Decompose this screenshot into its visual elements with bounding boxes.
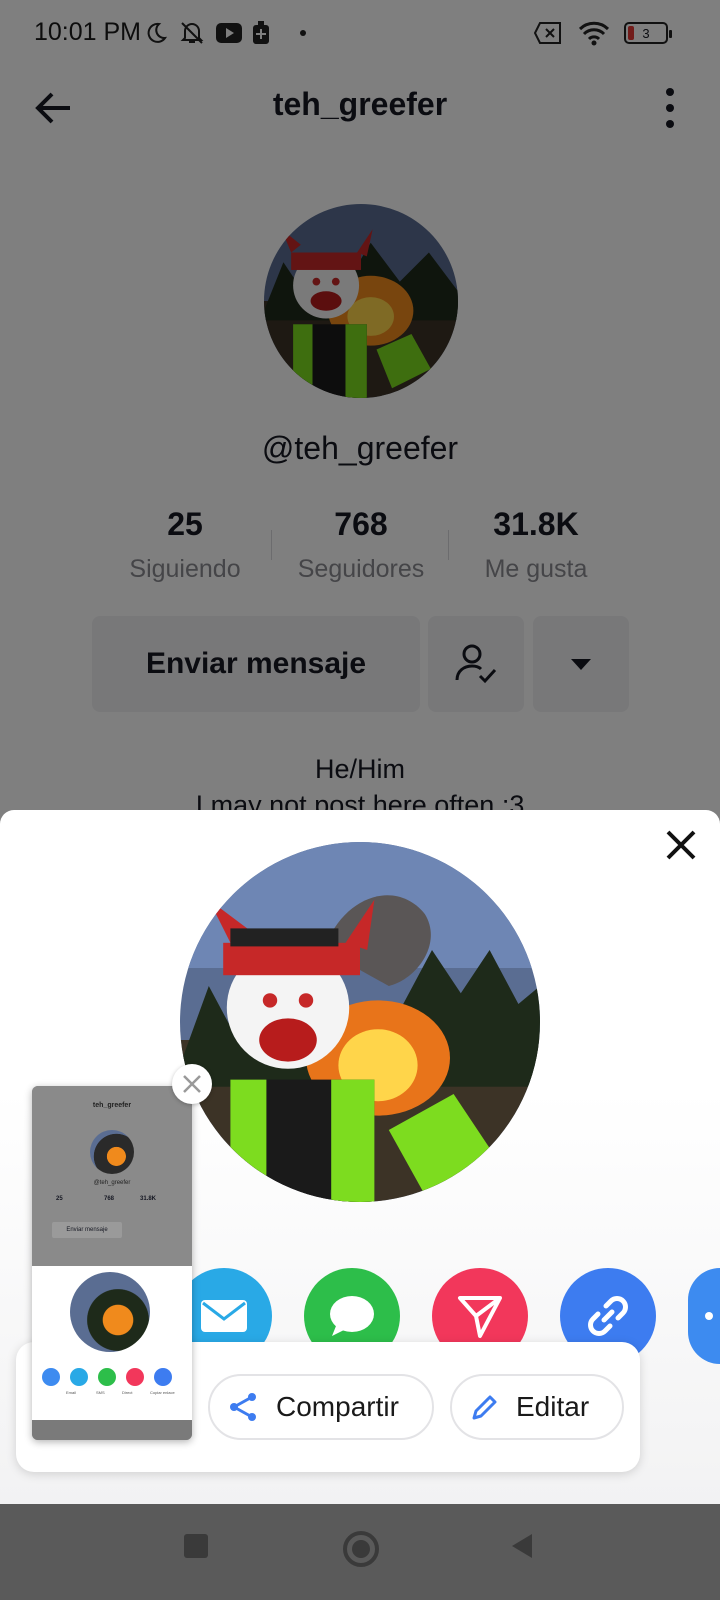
recents-button[interactable]	[182, 1532, 210, 1565]
square-icon	[184, 1534, 208, 1558]
thumb-share-label: Email	[66, 1390, 77, 1395]
thumb-share-icon	[98, 1368, 116, 1386]
triangle-back-icon	[512, 1534, 532, 1558]
email-icon	[201, 1300, 247, 1332]
pencil-icon	[472, 1395, 497, 1420]
thumb-stat: 768	[104, 1196, 115, 1202]
thumb-stat: 25	[56, 1196, 63, 1202]
dismiss-screenshot-button[interactable]	[172, 1064, 212, 1104]
thumb-title: teh_greefer	[92, 1102, 132, 1109]
edit-label: Editar	[516, 1391, 590, 1422]
profile-avatar-large	[180, 842, 540, 1202]
share-icon	[230, 1393, 256, 1421]
link-icon	[588, 1296, 628, 1336]
thumb-share-label: Copiar enlace	[150, 1390, 175, 1395]
share-more-button[interactable]	[688, 1268, 720, 1364]
screenshot-edit-button[interactable]: Editar	[450, 1374, 624, 1440]
close-icon	[183, 1075, 201, 1093]
back-nav-button[interactable]	[508, 1532, 536, 1565]
direct-icon	[458, 1296, 502, 1338]
screenshot-thumbnail[interactable]: teh_greefer @teh_greefer 25 768 31.8K En…	[32, 1086, 192, 1440]
thumb-stat: 31.8K	[140, 1196, 157, 1202]
home-button[interactable]	[342, 1530, 380, 1573]
close-icon	[666, 830, 696, 860]
close-sheet-button[interactable]	[662, 826, 700, 864]
more-icon	[705, 1312, 713, 1320]
thumb-share-icon	[154, 1368, 172, 1386]
thumb-share-icon	[42, 1368, 60, 1386]
circle-icon	[343, 1531, 379, 1567]
thumb-share-label: SMS	[96, 1390, 105, 1395]
thumb-avatar-large	[70, 1272, 150, 1352]
thumb-handle: @teh_greefer	[93, 1180, 131, 1186]
screenshot-share-button[interactable]: Compartir	[208, 1374, 434, 1440]
thumb-share-icon	[126, 1368, 144, 1386]
thumb-share-icon	[70, 1368, 88, 1386]
share-label: Compartir	[276, 1391, 399, 1422]
thumb-share-label: Direct	[122, 1390, 133, 1395]
thumb-button: Enviar mensaje	[52, 1222, 122, 1238]
sms-icon	[330, 1296, 374, 1336]
avatar-image	[180, 842, 540, 1202]
thumb-avatar	[90, 1130, 134, 1174]
